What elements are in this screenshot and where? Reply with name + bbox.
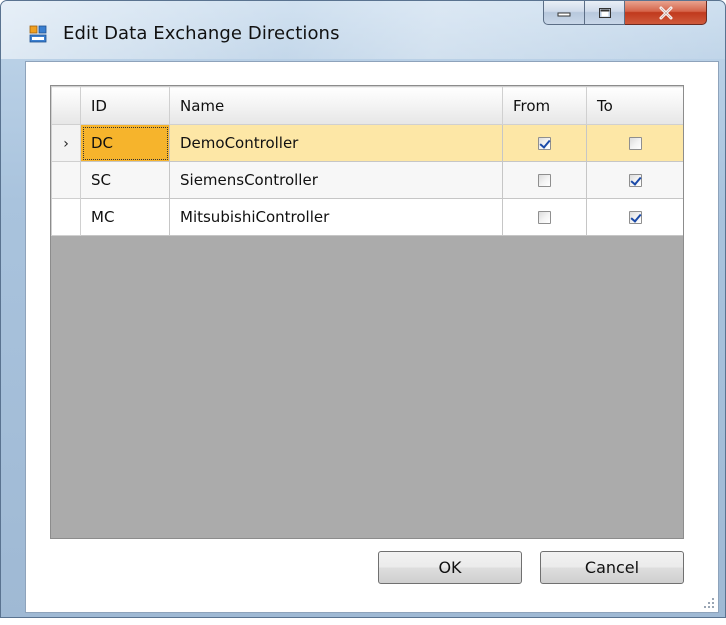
dialog-client-area: ID Name From To › DC DemoController SC S… [25, 61, 719, 613]
column-header-from[interactable]: From [502, 86, 587, 125]
cell-id[interactable]: SC [80, 161, 170, 199]
cell-from [502, 198, 587, 236]
cell-name[interactable]: SiemensController [169, 161, 503, 199]
data-grid[interactable]: ID Name From To › DC DemoController SC S… [50, 85, 684, 539]
column-header-id[interactable]: ID [80, 86, 170, 125]
current-row-indicator-icon: › [63, 136, 69, 152]
from-checkbox[interactable] [538, 174, 551, 187]
to-checkbox[interactable] [628, 174, 642, 187]
maximize-icon [598, 7, 611, 18]
title-bar[interactable]: Edit Data Exchange Directions [1, 1, 725, 61]
table-row[interactable]: SC SiemensController [51, 161, 683, 199]
row-header[interactable]: › [51, 124, 81, 162]
to-checkbox[interactable] [628, 137, 642, 150]
close-button[interactable] [625, 1, 707, 25]
cell-to [586, 161, 683, 199]
ok-button[interactable]: OK [378, 551, 522, 584]
cell-from [502, 124, 587, 162]
resize-grip-icon[interactable] [703, 597, 715, 609]
from-checkbox[interactable] [538, 211, 551, 224]
row-header[interactable] [51, 161, 81, 199]
window-title: Edit Data Exchange Directions [63, 23, 340, 44]
dialog-window: Edit Data Exchange Directions ID Name Fr… [0, 0, 726, 618]
cell-to [586, 198, 683, 236]
grid-table: ID Name From To › DC DemoController SC S… [51, 86, 683, 236]
row-header-corner[interactable] [51, 86, 81, 125]
column-header-to[interactable]: To [586, 86, 683, 125]
table-row[interactable]: › DC DemoController [51, 124, 683, 162]
cell-id[interactable]: DC [80, 124, 170, 162]
cell-name[interactable]: MitsubishiController [169, 198, 503, 236]
caption-buttons [543, 1, 707, 25]
cell-name[interactable]: DemoController [169, 124, 503, 162]
cancel-button[interactable]: Cancel [540, 551, 684, 584]
minimize-button[interactable] [543, 1, 585, 25]
minimize-icon [557, 12, 571, 16]
close-icon [659, 6, 672, 19]
from-checkbox[interactable] [538, 137, 551, 150]
maximize-button[interactable] [585, 1, 625, 25]
grid-header-row: ID Name From To [51, 86, 683, 125]
cell-from [502, 161, 587, 199]
to-checkbox[interactable] [628, 211, 642, 224]
cell-id[interactable]: MC [80, 198, 170, 236]
app-window-icon [29, 25, 47, 43]
cell-to [586, 124, 683, 162]
row-header[interactable] [51, 198, 81, 236]
table-row[interactable]: MC MitsubishiController [51, 198, 683, 236]
column-header-name[interactable]: Name [169, 86, 503, 125]
